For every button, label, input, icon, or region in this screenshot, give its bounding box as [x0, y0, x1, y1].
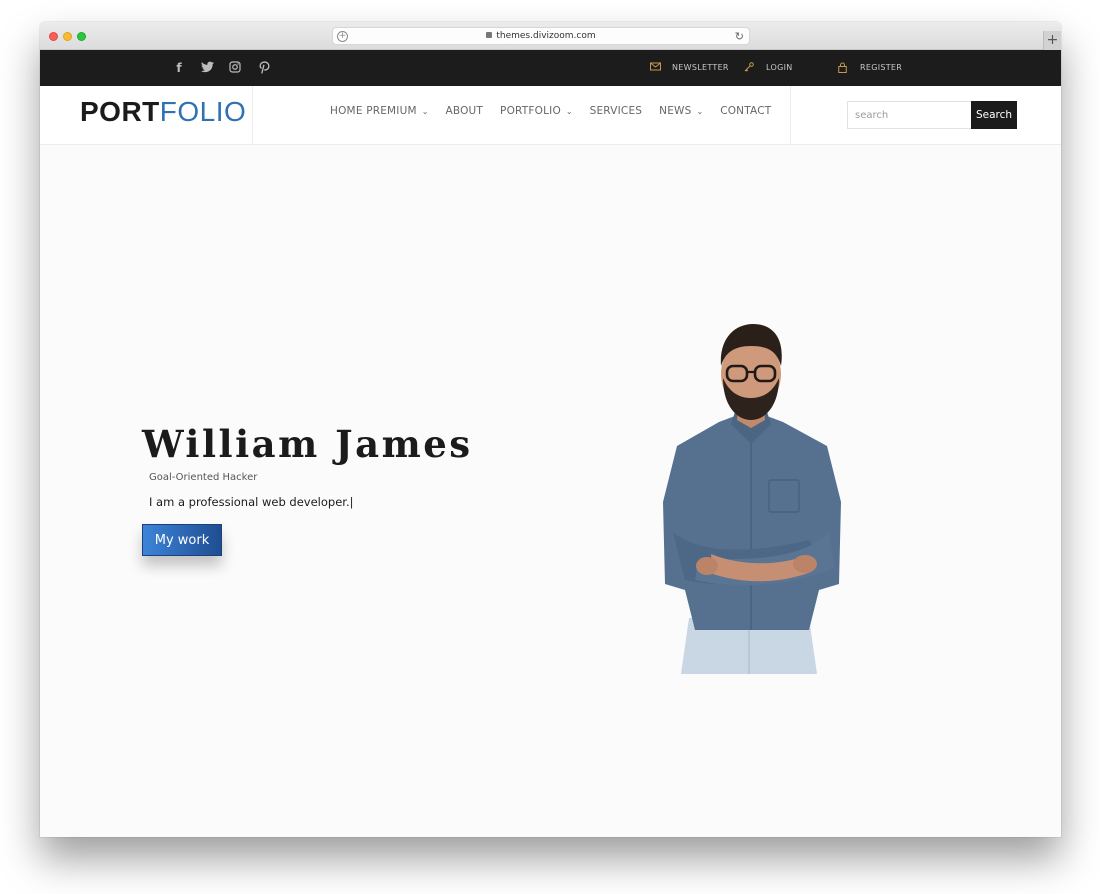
pinterest-icon[interactable] [257, 61, 271, 75]
search-button[interactable]: Search [971, 101, 1017, 129]
logo-light-text: FOLIO [159, 96, 247, 127]
nav-label: PORTFOLIO [500, 105, 561, 117]
address-bar[interactable]: + themes.divizoom.com ↻ [332, 27, 750, 45]
my-work-button[interactable]: My work [142, 524, 222, 556]
nav-item-contact[interactable]: CONTACT [720, 105, 771, 117]
nav-label: ABOUT [445, 105, 484, 117]
url-text: themes.divizoom.com [496, 31, 596, 41]
nav-item-portfolio[interactable]: PORTFOLIO ⌄ [500, 105, 573, 117]
maximize-window-button[interactable] [77, 32, 86, 41]
top-bar: f NEWSLETTER LOGIN REGISTER [40, 50, 1061, 86]
nav-label: SERVICES [589, 105, 643, 117]
browser-titlebar: + themes.divizoom.com ↻ + [40, 22, 1061, 50]
hero-subtitle: Goal-Oriented Hacker [149, 472, 258, 483]
login-label: LOGIN [766, 62, 793, 72]
main-header: PORTFOLIO HOME PREMIUM ⌄ ABOUT PORTFOLIO ⌄… [40, 86, 1061, 145]
chevron-down-icon: ⌄ [565, 106, 573, 116]
minimize-window-button[interactable] [63, 32, 72, 41]
nav-item-about[interactable]: ABOUT [445, 105, 483, 117]
chevron-down-icon: ⌄ [421, 106, 429, 116]
nav-item-services[interactable]: SERVICES [590, 105, 643, 117]
nav-label: HOME PREMIUM [330, 105, 417, 117]
register-label: REGISTER [860, 62, 903, 72]
new-tab-button[interactable]: + [1043, 31, 1061, 50]
nav-item-home-premium[interactable]: HOME PREMIUM ⌄ [330, 105, 428, 117]
login-link[interactable]: LOGIN [744, 62, 793, 72]
hero-name: William James [142, 422, 473, 466]
register-link[interactable]: REGISTER [838, 62, 903, 73]
photo-hand [696, 557, 718, 575]
close-window-button[interactable] [49, 32, 58, 41]
address-text: themes.divizoom.com [333, 31, 749, 41]
header-divider [790, 86, 791, 144]
browser-window: + themes.divizoom.com ↻ + f NEWSLETTER L… [40, 22, 1061, 837]
search-input[interactable] [847, 101, 972, 129]
main-nav: HOME PREMIUM ⌄ ABOUT PORTFOLIO ⌄ SERVICES … [330, 105, 788, 117]
facebook-icon[interactable]: f [172, 61, 186, 75]
lock-icon [838, 62, 850, 73]
lock-icon [486, 32, 493, 38]
site-logo[interactable]: PORTFOLIO [80, 96, 246, 128]
newsletter-link[interactable]: NEWSLETTER [650, 62, 729, 72]
header-divider [252, 86, 253, 144]
twitter-icon[interactable] [200, 61, 214, 75]
instagram-icon[interactable] [228, 61, 242, 75]
profile-photo [663, 324, 841, 674]
newsletter-label: NEWSLETTER [672, 62, 729, 72]
nav-item-news[interactable]: NEWS ⌄ [659, 105, 703, 117]
photo-hand [793, 555, 817, 573]
key-icon [744, 62, 756, 72]
reload-icon[interactable]: ↻ [735, 30, 744, 43]
hero-description: I am a professional web developer.| [149, 495, 354, 509]
chevron-down-icon: ⌄ [696, 106, 704, 116]
logo-bold-text: PORT [80, 96, 160, 127]
envelope-icon [650, 62, 662, 72]
nav-label: NEWS [659, 105, 692, 117]
nav-label: CONTACT [720, 105, 772, 117]
